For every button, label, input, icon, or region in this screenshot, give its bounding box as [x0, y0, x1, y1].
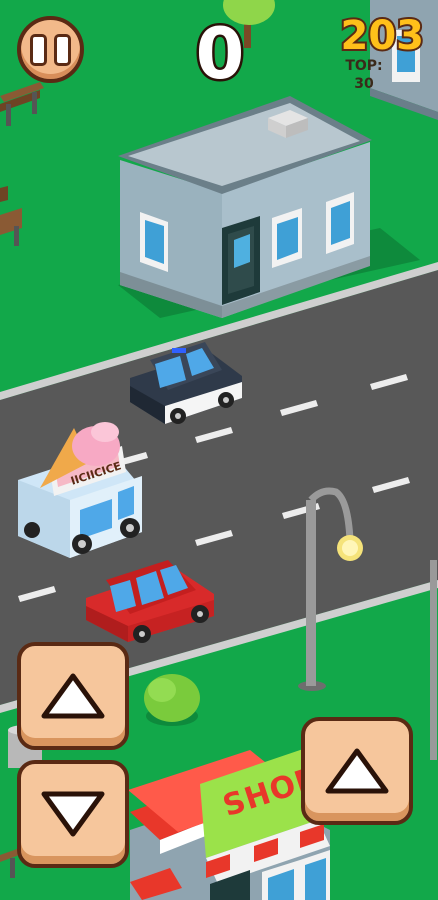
top-score-label: TOP: — [345, 58, 383, 74]
top-score-value: 30 — [354, 76, 374, 92]
arrow-down-icon — [41, 791, 105, 837]
coin-count: 203 — [339, 12, 426, 60]
arrow-up-icon — [41, 673, 105, 719]
move-up-left-button[interactable] — [17, 642, 129, 750]
move-up-right-button[interactable] — [301, 717, 413, 825]
arrow-up-icon — [325, 748, 389, 794]
bush — [144, 674, 200, 726]
pause-icon — [30, 33, 71, 66]
pole — [430, 560, 437, 760]
pause-button[interactable] — [17, 16, 84, 83]
move-down-button[interactable] — [17, 760, 129, 868]
game-stage: IICIICICE SHOP 0 203 TOP: 30 — [0, 0, 438, 900]
score-display: 0 — [193, 12, 247, 97]
